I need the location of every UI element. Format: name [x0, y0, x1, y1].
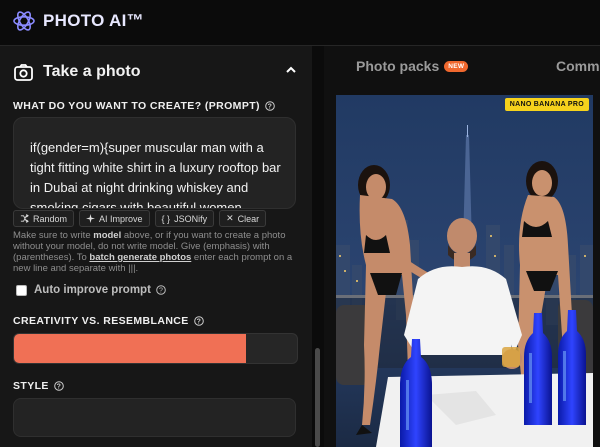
logo[interactable]: PHOTO AI™: [12, 9, 144, 33]
example-photo[interactable]: NANO BANANA PRO: [336, 95, 593, 447]
batch-generate-link[interactable]: batch generate photos: [89, 252, 191, 263]
chevron-up-icon[interactable]: [284, 63, 298, 77]
jsonify-button[interactable]: { } JSONify: [154, 210, 215, 227]
photo-image: [336, 95, 593, 447]
help-icon[interactable]: ?: [156, 285, 166, 295]
ai-improve-button[interactable]: AI Improve: [79, 210, 150, 227]
svg-text:?: ?: [159, 288, 163, 295]
creativity-label: CREATIVITY VS. RESEMBLANCE ?: [13, 315, 204, 327]
svg-text:?: ?: [268, 104, 273, 111]
new-badge: NEW: [444, 60, 469, 72]
clear-label: Clear: [237, 213, 260, 224]
help-icon[interactable]: ?: [265, 101, 275, 111]
section-title: Take a photo: [43, 63, 141, 80]
logo-icon: [13, 11, 35, 31]
svg-text:?: ?: [57, 384, 62, 391]
auto-improve-label: Auto improve prompt: [34, 284, 151, 296]
prompt-input[interactable]: if(gender=m){super muscular man with a t…: [13, 117, 296, 209]
prompt-label-text: WHAT DO YOU WANT TO CREATE? (PROMPT): [13, 100, 260, 112]
tab-photo-packs-label: Photo packs: [356, 58, 440, 74]
gallery-panel: Photo packs NEW Comm NANO BANANA PRO: [324, 46, 600, 447]
tab-community[interactable]: Comm: [556, 58, 600, 74]
shuffle-icon: [20, 214, 29, 223]
help-icon[interactable]: ?: [193, 316, 204, 326]
prompt-label: WHAT DO YOU WANT TO CREATE? (PROMPT) ?: [13, 100, 275, 112]
random-label: Random: [33, 213, 68, 224]
sparkle-icon: [86, 214, 96, 223]
prompt-tools: Random AI Improve { } JSONify ✕ Clear: [13, 210, 267, 227]
style-label: STYLE ?: [13, 380, 64, 392]
ai-improve-label: AI Improve: [99, 213, 143, 224]
creativity-slider[interactable]: [13, 333, 298, 364]
help-icon[interactable]: ?: [54, 381, 64, 391]
braces-icon: { }: [161, 213, 171, 224]
prompt-text: if(gender=m){super muscular man with a t…: [30, 140, 281, 209]
help-model-word: model: [93, 230, 122, 241]
auto-improve-row[interactable]: Auto improve prompt ?: [16, 284, 166, 296]
style-select[interactable]: [13, 398, 296, 437]
random-button[interactable]: Random: [13, 210, 75, 227]
svg-text:?: ?: [196, 319, 201, 326]
style-label-text: STYLE: [13, 380, 49, 392]
creativity-label-text: CREATIVITY VS. RESEMBLANCE: [13, 315, 189, 327]
logo-text: PHOTO AI™: [43, 11, 144, 30]
clear-button[interactable]: ✕ Clear: [219, 210, 267, 227]
jsonify-label: JSONify: [174, 213, 208, 224]
create-panel: Take a photo WHAT DO YOU WANT TO CREATE?…: [0, 46, 312, 447]
camera-icon: [14, 63, 33, 81]
top-bar: PHOTO AI™: [0, 0, 600, 46]
model-badge: NANO BANANA PRO: [504, 98, 589, 111]
scrollbar-thumb[interactable]: [315, 348, 320, 447]
gallery-tabs: Photo packs NEW Comm: [324, 46, 600, 88]
slider-fill: [14, 334, 247, 363]
tab-community-label: Comm: [556, 58, 600, 74]
help-text-1: Make sure to write: [13, 230, 94, 241]
prompt-help-text: Make sure to write model above, or if yo…: [13, 230, 303, 274]
close-icon: ✕: [226, 213, 234, 223]
take-photo-header[interactable]: Take a photo: [14, 60, 304, 84]
tab-photo-packs[interactable]: Photo packs NEW: [356, 58, 469, 74]
auto-improve-checkbox[interactable]: [16, 284, 27, 296]
